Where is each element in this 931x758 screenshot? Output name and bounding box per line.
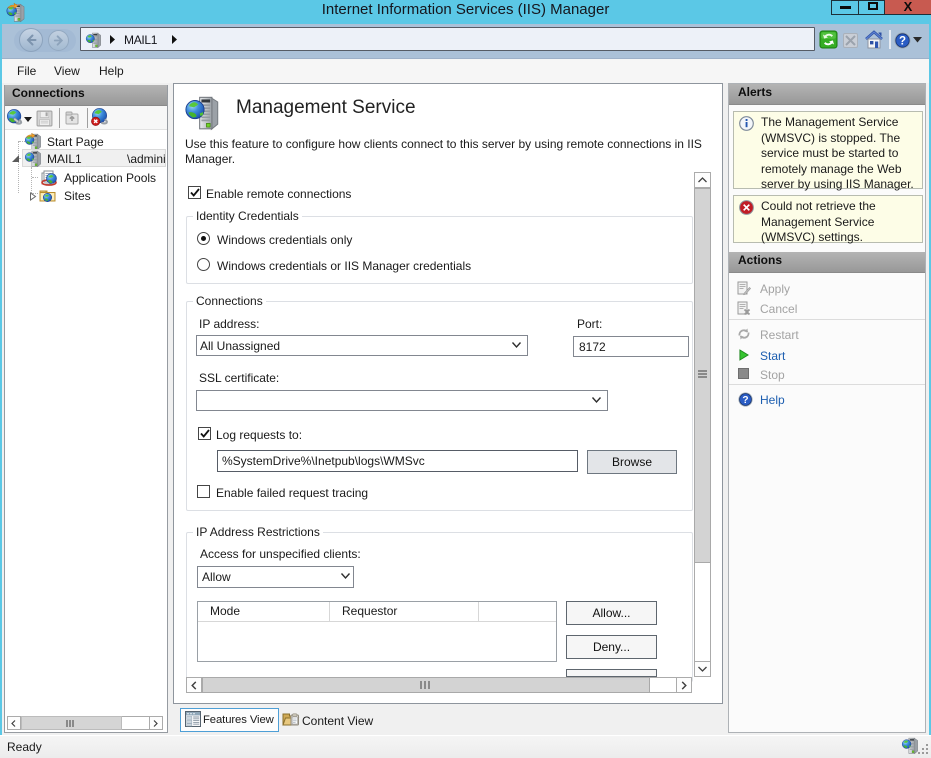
svg-text:?: ? xyxy=(899,36,906,48)
svg-text:?: ? xyxy=(742,395,748,406)
